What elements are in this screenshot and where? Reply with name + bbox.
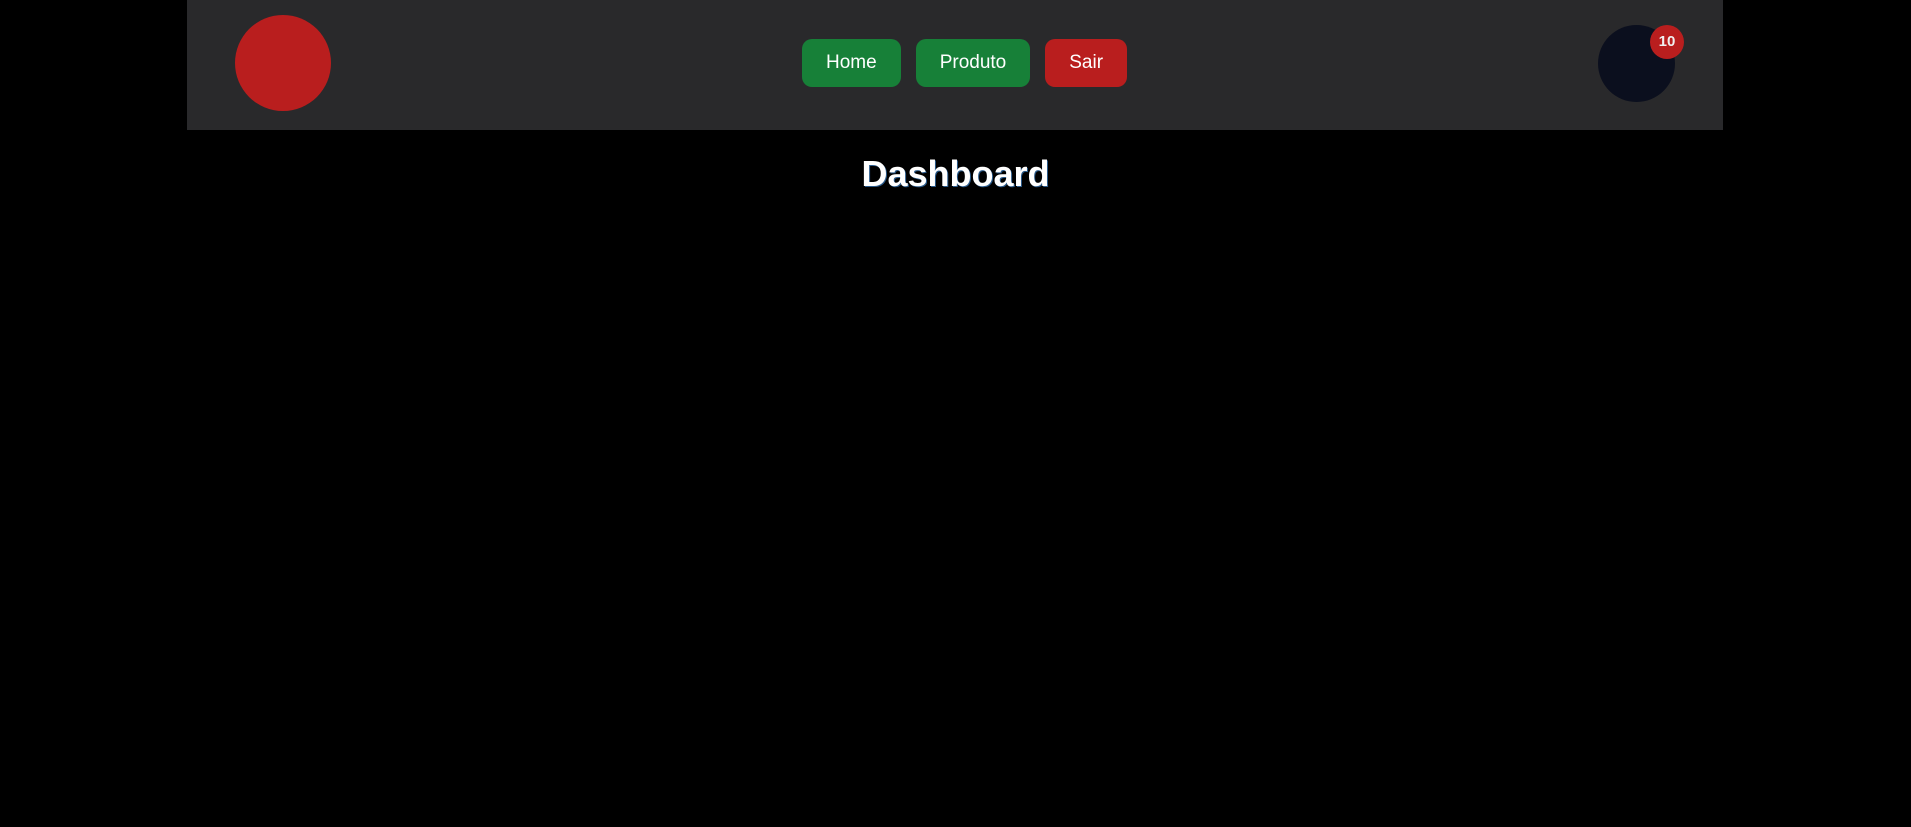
nav-sair-button[interactable]: Sair <box>1045 39 1128 87</box>
nav-home-button[interactable]: Home <box>802 39 901 87</box>
logo[interactable] <box>235 15 331 111</box>
page-title: Dashboard <box>861 153 1050 194</box>
main-nav: Home Produto Sair <box>802 39 1128 87</box>
page: Home Produto Sair 10 Dashboard <box>0 0 1911 827</box>
header-bar: Home Produto Sair 10 <box>187 0 1723 130</box>
nav-produto-button[interactable]: Produto <box>915 39 1031 87</box>
notification-badge: 10 <box>1650 25 1684 59</box>
